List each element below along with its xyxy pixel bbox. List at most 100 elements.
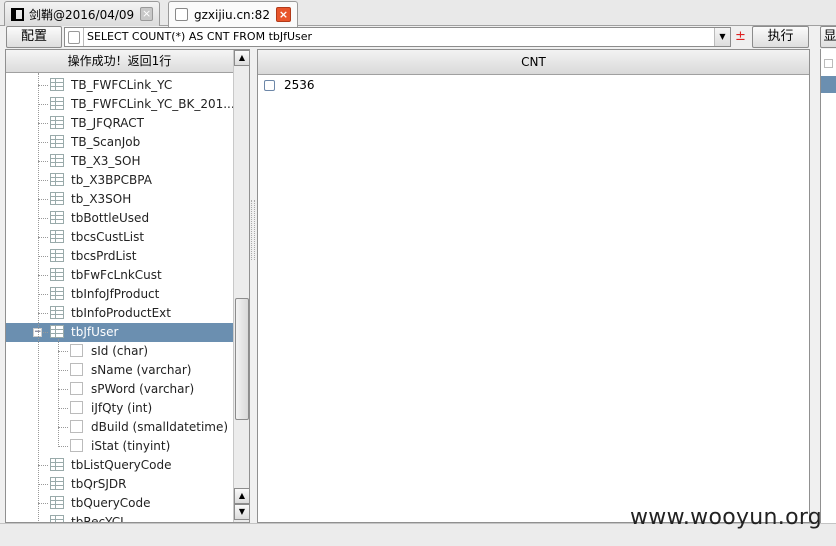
tree-table-item[interactable]: tbBottleUsed [6, 209, 233, 228]
tab-session-1[interactable]: 剑鞘@2016/04/09 × [4, 1, 160, 26]
tree-item-label: tbBottleUsed [71, 211, 150, 225]
tree-connector [38, 104, 48, 105]
tree-table-item[interactable]: TB_FWFCLink_YC_BK_201... [6, 95, 233, 114]
tree-column-item[interactable]: sId (char) [6, 342, 233, 361]
tree-table-item[interactable]: tbInfoProductExt [6, 304, 233, 323]
tree-item-label: tbQueryCode [71, 496, 151, 510]
tree-item-label: tb_X3BPCBPA [71, 173, 152, 187]
tree-item-label: iJfQty (int) [91, 401, 153, 415]
expander-icon[interactable] [824, 59, 833, 68]
tree-column-item[interactable]: iJfQty (int) [6, 399, 233, 418]
column-icon [70, 363, 83, 376]
column-icon [70, 420, 83, 433]
tree-column-item[interactable]: sPWord (varchar) [6, 380, 233, 399]
tree-connector [38, 161, 48, 162]
schema-panel: 操作成功！返回1行 TB_FWFCLink_YC TB_FWFCLink_YC_B… [5, 49, 250, 523]
tab-bar: 剑鞘@2016/04/09 × gzxijiu.cn:82 × [0, 0, 836, 27]
toggle-plusminus-button[interactable]: ± [735, 29, 746, 44]
tree-item-label: TB_JFQRACT [71, 116, 145, 130]
column-icon [70, 401, 83, 414]
tree-column-item[interactable]: dBuild (smalldatetime) [6, 418, 233, 437]
tree-connector [38, 123, 48, 124]
tree-item-label: tbInfoJfProduct [71, 287, 160, 301]
scroll-down-icon[interactable]: ▼ [234, 504, 249, 520]
table-icon [50, 192, 64, 205]
tree-connector [38, 256, 48, 257]
tab-label: gzxijiu.cn:82 [194, 7, 270, 22]
tree-scrollbar[interactable]: ▲ ▲ ▼ [233, 50, 249, 522]
table-icon [50, 306, 64, 319]
partial-button[interactable]: 显 [820, 26, 836, 48]
table-icon [50, 78, 64, 91]
table-row[interactable]: 2536 [258, 76, 809, 96]
tree-connector [38, 465, 48, 466]
tree-connector [38, 180, 48, 181]
panel-splitter[interactable] [251, 200, 255, 260]
config-button[interactable]: 配置 [6, 26, 62, 48]
tree-item-label: tbRecYCL... [71, 515, 139, 523]
tree-column-item[interactable]: sName (varchar) [6, 361, 233, 380]
row-icon [264, 80, 275, 91]
table-icon [50, 268, 64, 281]
table-cell[interactable]: 2536 [284, 78, 315, 92]
right-panel-edge [820, 49, 836, 523]
tree-connector [38, 218, 48, 219]
table-icon [50, 496, 64, 509]
tree-table-item[interactable]: tbcsCustList [6, 228, 233, 247]
run-button[interactable]: 执行 [752, 26, 809, 48]
selected-row [821, 76, 836, 93]
column-header[interactable]: CNT [258, 50, 809, 75]
tree-table-item[interactable]: tbQrSJDR [6, 475, 233, 494]
tree-connector [38, 503, 48, 504]
tree-table-item[interactable]: − tbJfUser [6, 323, 233, 342]
column-icon [70, 344, 83, 357]
chevron-down-icon[interactable]: ▼ [714, 28, 730, 46]
scroll-thumb[interactable] [235, 298, 249, 420]
tree-table-item[interactable]: tbRecYCL... [6, 513, 233, 523]
tree-table-item[interactable]: tbFwFcLnkCust [6, 266, 233, 285]
tree-item-label: TB_FWFCLink_YC_BK_201... [71, 97, 233, 111]
close-icon[interactable]: × [140, 7, 153, 21]
tree-item-label: TB_X3_SOH [71, 154, 141, 168]
tree-item-label: TB_ScanJob [71, 135, 141, 149]
tree-connector [58, 408, 68, 409]
tree-table-item[interactable]: TB_FWFCLink_YC [6, 76, 233, 95]
tree-connector [38, 237, 48, 238]
tree-table-item[interactable]: tb_X3BPCBPA [6, 171, 233, 190]
column-icon [70, 382, 83, 395]
close-icon[interactable]: × [275, 7, 291, 22]
tree-item-label: tbFwFcLnkCust [71, 268, 162, 282]
tab-session-2[interactable]: gzxijiu.cn:82 × [168, 1, 298, 27]
tree-column-item[interactable]: iStat (tinyint) [6, 437, 233, 456]
status-message: 操作成功！返回1行 [6, 50, 233, 73]
table-icon [50, 458, 64, 471]
window-icon [11, 7, 25, 21]
tree-table-item[interactable]: tbcsPrdList [6, 247, 233, 266]
table-icon [50, 116, 64, 129]
scroll-up-icon[interactable]: ▲ [234, 488, 249, 504]
watermark: www.wooyun.org [630, 505, 823, 530]
sql-input[interactable]: SELECT COUNT(*) AS CNT FROM tbJfUser [83, 28, 714, 46]
scroll-up-icon[interactable]: ▲ [234, 50, 249, 66]
tree-item-label: tb_X3SOH [71, 192, 132, 206]
tree-table-item[interactable]: TB_ScanJob [6, 133, 233, 152]
tree-table-item[interactable]: tbInfoJfProduct [6, 285, 233, 304]
table-icon [50, 97, 64, 110]
sql-input-combo[interactable]: SELECT COUNT(*) AS CNT FROM tbJfUser ▼ [64, 27, 731, 47]
tree-guide-line [38, 73, 39, 522]
tree-connector [38, 294, 48, 295]
tree-connector [58, 351, 68, 352]
schema-tree: TB_FWFCLink_YC TB_FWFCLink_YC_BK_201... TB… [6, 73, 233, 523]
tree-connector [38, 199, 48, 200]
tree-table-item[interactable]: tbListQueryCode [6, 456, 233, 475]
tree-item-label: tbcsPrdList [71, 249, 137, 263]
tree-item-label: tbInfoProductExt [71, 306, 171, 320]
tree-table-item[interactable]: TB_X3_SOH [6, 152, 233, 171]
table-icon [50, 515, 64, 522]
tree-table-item[interactable]: tbQueryCode [6, 494, 233, 513]
document-icon [175, 8, 188, 21]
table-icon [50, 477, 64, 490]
tree-item-label: tbListQueryCode [71, 458, 172, 472]
tree-table-item[interactable]: tb_X3SOH [6, 190, 233, 209]
tree-table-item[interactable]: TB_JFQRACT [6, 114, 233, 133]
